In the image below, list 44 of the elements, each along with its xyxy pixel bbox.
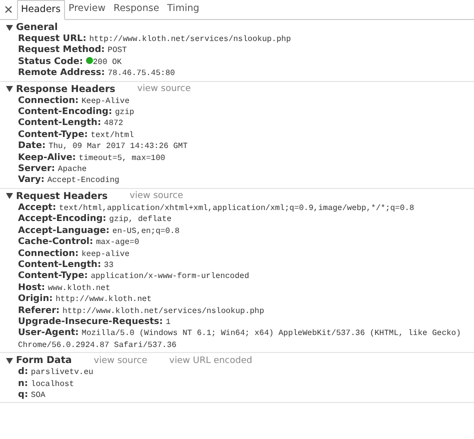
close-icon[interactable] xyxy=(5,6,12,13)
tab[interactable]: Response xyxy=(110,0,164,19)
triangle-icon[interactable] xyxy=(6,24,13,30)
view-link[interactable]: view source xyxy=(94,356,148,366)
section-title[interactable]: Response Headers xyxy=(16,84,116,95)
view-link[interactable]: view source xyxy=(130,191,184,202)
header-row-text: Host: www.kloth.net xyxy=(17,282,112,294)
header-row-text: Server: Apache xyxy=(17,164,88,176)
triangle-icon[interactable] xyxy=(6,193,13,200)
view-link[interactable]: view source xyxy=(137,84,191,94)
header-row-text: Vary: Accept-Encoding xyxy=(17,175,120,187)
view-link[interactable]: view URL encoded xyxy=(169,356,252,366)
header-row-text: Date: Thu, 09 Mar 2017 14:43:26 GMT xyxy=(17,141,189,153)
header-row-text: Request URL: http://www.kloth.net/services/nslookup.php xyxy=(17,34,292,45)
tab[interactable]: Preview xyxy=(64,0,110,19)
triangle-icon[interactable] xyxy=(6,86,13,92)
header-row-text: Content-Type: text/html xyxy=(17,130,135,142)
header-row-text: Connection: keep-alive xyxy=(17,248,131,260)
tab[interactable]: Headers xyxy=(17,0,65,20)
section-title[interactable]: Request Headers xyxy=(16,190,108,202)
header-row-text: Remote Address: 78.46.75.45:80 xyxy=(17,68,176,80)
header-row-text: Content-Encoding: gzip xyxy=(17,107,136,118)
header-row-text: Content-Type: application/x-www-form-urlencoded xyxy=(17,271,250,283)
header-row-text: Accept-Language: en-US,en;q=0.8 xyxy=(17,226,181,237)
header-row-text: Status Code: 200 OK xyxy=(17,56,123,68)
header-row-text: Connection: Keep-Alive xyxy=(17,96,131,107)
header-row-text: q: SOA xyxy=(17,390,46,402)
header-row-text: Content-Length: 33 xyxy=(17,260,115,271)
section-title[interactable]: Form Data xyxy=(16,355,72,366)
header-row-text: Cache-Control: max-age=0 xyxy=(17,237,140,248)
header-row-text: Upgrade-Insecure-Requests: 1 xyxy=(17,316,172,328)
header-row-text: Referer: http://www.kloth.net/services/nslookup.php xyxy=(17,306,266,317)
header-row-text: Content-Length: 4872 xyxy=(17,118,124,130)
header-row-text: Request Method: POST xyxy=(17,45,128,57)
header-row-text: Accept-Encoding: gzip, deflate xyxy=(17,214,173,226)
triangle-icon[interactable] xyxy=(6,358,13,364)
header-row-text: Origin: http://www.kloth.net xyxy=(17,294,153,306)
header-row-text: Accept: text/html,application/xhtml+xml,application/xml;q=0.9,image/webp,*/*;q=0.8 xyxy=(17,202,416,214)
header-row-text: d: parslivetv.eu xyxy=(17,367,94,379)
header-row-text: Keep-Alive: timeout=5, max=100 xyxy=(17,152,166,164)
header-row-text: n: localhost xyxy=(17,378,76,390)
section-title[interactable]: General xyxy=(16,22,58,33)
tab[interactable]: Timing xyxy=(163,0,204,19)
header-row-text: User-Agent: Mozilla/5.0 (Windows NT 6.1; Win64; x64) AppleWebKit/537.36 (KHTML, like Gecko) Chrome/56.0.2924.87 Safari/537.36 xyxy=(17,328,462,352)
